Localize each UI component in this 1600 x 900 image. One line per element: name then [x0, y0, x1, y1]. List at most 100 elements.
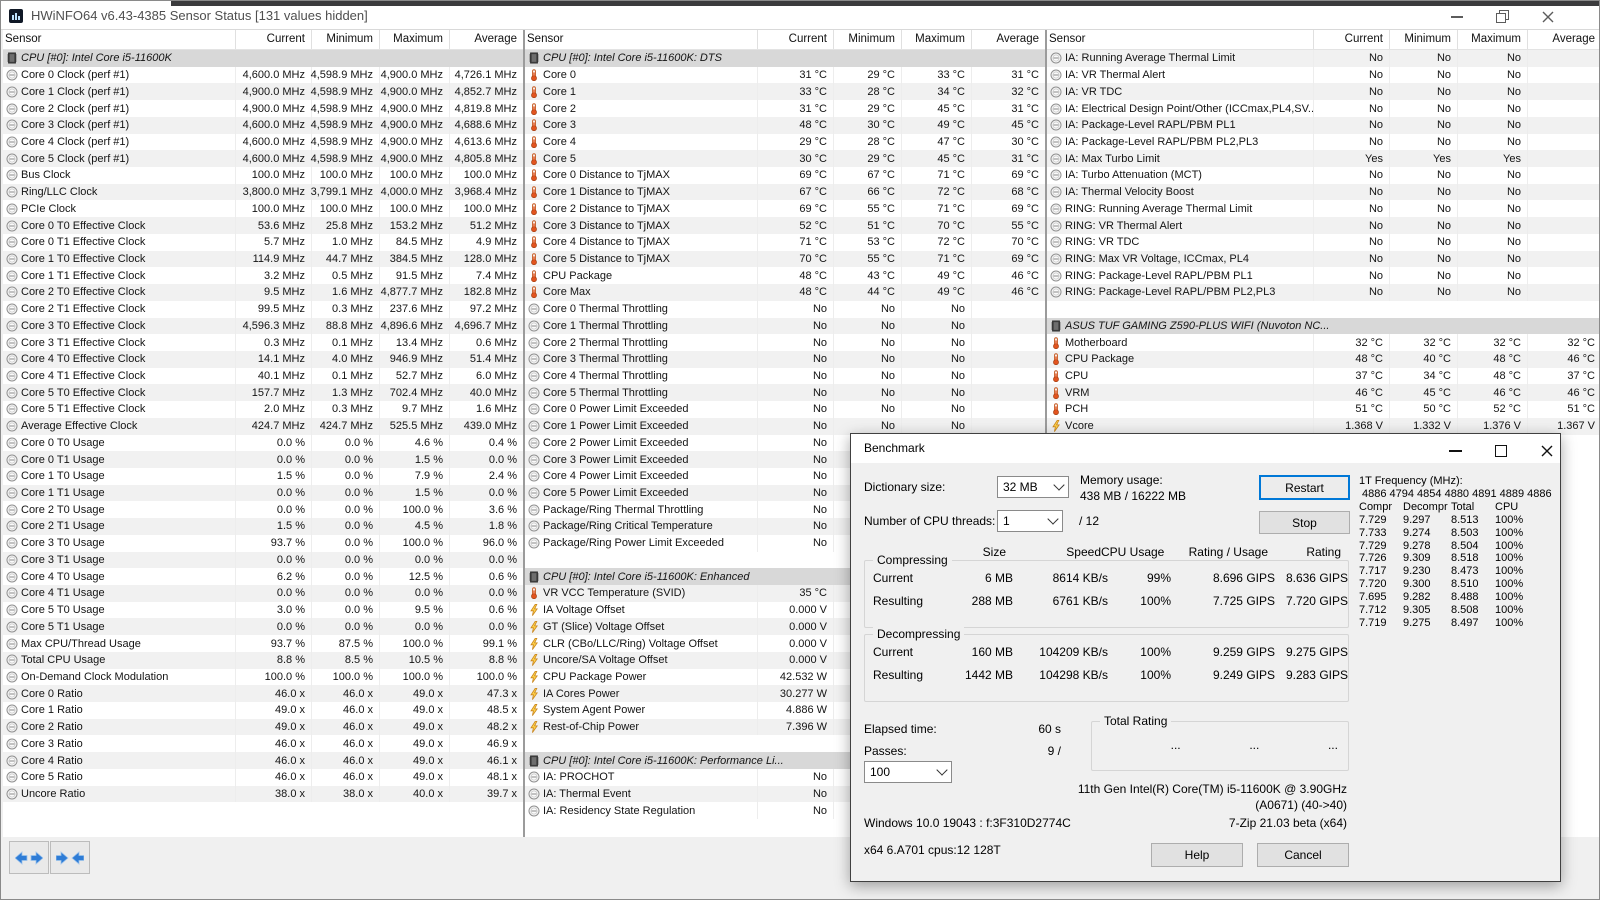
benchmark-title-bar[interactable]: Benchmark — [851, 434, 1560, 463]
minimize-icon[interactable] — [1446, 443, 1466, 457]
sensor-row[interactable]: PCIe Clock 100.0 MHz 100.0 MHz 100.0 MHz 100… — [3, 200, 523, 218]
sensor-row[interactable]: Core 0 T1 Effective Clock 5.7 MHz 1.0 MHz 8… — [3, 233, 523, 251]
sensor-row[interactable]: Core 2 Thermal Throttling No No No — [525, 334, 1045, 351]
sensor-row[interactable]: Core 3 Thermal Throttling No No No — [525, 350, 1045, 368]
column-header-row[interactable]: Sensor Current Minimum Maximum Average — [525, 29, 1045, 50]
sensor-row[interactable]: CPU Package 48 °C 43 °C 49 °C 46 °C — [525, 267, 1045, 285]
sensor-row[interactable]: Core 3 T1 Usage 0.0 % 0.0 % 0.0 % 0.0 % — [3, 551, 523, 569]
sensor-row[interactable]: Motherboard 32 °C 32 °C 32 °C 32 °C — [1047, 334, 1599, 351]
sensor-row[interactable]: CPU 37 °C 34 °C 48 °C 37 °C — [1047, 367, 1599, 385]
sensor-row[interactable]: Core 4 Distance to TjMAX 71 °C 53 °C 72 °C 7… — [525, 233, 1045, 251]
sensor-row[interactable]: Core 3 T0 Usage 93.7 % 0.0 % 100.0 % 96.0 % — [3, 534, 523, 552]
sensor-row[interactable]: IA: Package-Level RAPL/PBM PL2,PL3 No No No — [1047, 133, 1599, 151]
sensor-row[interactable]: Core 5 T1 Effective Clock 2.0 MHz 0.3 MHz 9… — [3, 401, 523, 418]
sensor-row[interactable]: Core 2 T0 Usage 0.0 % 0.0 % 100.0 % 3.6 % — [3, 501, 523, 519]
sensor-row[interactable]: Core 5 T1 Usage 0.0 % 0.0 % 0.0 % 0.0 % — [3, 618, 523, 636]
sensor-row[interactable]: Core 5 T0 Usage 3.0 % 0.0 % 9.5 % 0.6 % — [3, 601, 523, 619]
sensor-row[interactable]: IA: Max Turbo Limit Yes Yes Yes — [1047, 150, 1599, 168]
sensor-row[interactable]: Core 5 30 °C 29 °C 45 °C 31 °C — [525, 150, 1045, 168]
cancel-button[interactable]: Cancel — [1257, 843, 1349, 867]
sensor-row[interactable]: Uncore Ratio 38.0 x 38.0 x 40.0 x 39.7 x — [3, 785, 523, 803]
sensor-section-row[interactable]: CPU [#0]: Intel Core i5-11600K: DTS — [525, 50, 1045, 67]
restart-button[interactable]: Restart — [1259, 475, 1350, 500]
sensor-row[interactable]: Core 1 T1 Effective Clock 3.2 MHz 0.5 MHz 9… — [3, 267, 523, 285]
sensor-row[interactable]: Core 4 T1 Usage 0.0 % 0.0 % 0.0 % 0.0 % — [3, 585, 523, 602]
sensor-row[interactable]: Core 1 33 °C 28 °C 34 °C 32 °C — [525, 83, 1045, 101]
restore-icon[interactable] — [1494, 10, 1510, 23]
sensor-row[interactable]: Core 4 Ratio 46.0 x 46.0 x 49.0 x 46.1 x — [3, 752, 523, 769]
sensor-row[interactable]: Core 0 Thermal Throttling No No No — [525, 300, 1045, 318]
sensor-row[interactable]: Core 4 Clock (perf #1) 4,600.0 MHz 4,598.9… — [3, 133, 523, 151]
sensor-row[interactable]: Core 4 T1 Effective Clock 40.1 MHz 0.1 MHz… — [3, 367, 523, 385]
help-button[interactable]: Help — [1151, 843, 1243, 867]
sensor-row[interactable]: Core 3 T1 Effective Clock 0.3 MHz 0.1 MHz 1… — [3, 334, 523, 351]
sensor-row[interactable]: RING: Running Average Thermal Limit No No N… — [1047, 200, 1599, 218]
passes-select[interactable]: 100 — [864, 761, 952, 783]
sensor-row[interactable]: IA: VR Thermal Alert No No No — [1047, 66, 1599, 84]
sensor-row[interactable]: Core 1 Thermal Throttling No No No — [525, 317, 1045, 335]
sensor-row[interactable]: Core 2 T1 Effective Clock 99.5 MHz 0.3 MHz… — [3, 300, 523, 318]
column-header-row[interactable]: Sensor Current Minimum Maximum Average — [3, 29, 523, 50]
sensor-row[interactable]: Ring/LLC Clock 3,800.0 MHz 3,799.1 MHz 4,00… — [3, 183, 523, 201]
sensor-row[interactable]: Core 3 T0 Effective Clock 4,596.3 MHz 88.8… — [3, 317, 523, 335]
sensor-row[interactable]: Core 3 Clock (perf #1) 4,600.0 MHz 4,598.9… — [3, 116, 523, 134]
sensor-row[interactable]: RING: Package-Level RAPL/PBM PL2,PL3 No No… — [1047, 284, 1599, 301]
sensor-row[interactable]: Core 0 Distance to TjMAX 69 °C 67 °C 71 °C 6… — [525, 167, 1045, 184]
sensor-row[interactable]: Core Max 48 °C 44 °C 49 °C 46 °C — [525, 284, 1045, 301]
sensor-row[interactable]: Core 1 T0 Effective Clock 114.9 MHz 44.7 M… — [3, 250, 523, 268]
column-header-row[interactable]: Sensor Current Minimum Maximum Average — [1047, 29, 1599, 50]
sensor-section-row[interactable]: ASUS TUF GAMING Z590-PLUS WIFI (Nuvoton … — [1047, 317, 1599, 335]
sensor-row[interactable]: Core 1 T0 Usage 1.5 % 0.0 % 7.9 % 2.4 % — [3, 467, 523, 485]
sensor-row[interactable]: Core 2 31 °C 29 °C 45 °C 31 °C — [525, 100, 1045, 117]
dictionary-size-select[interactable]: 32 MB — [997, 476, 1069, 498]
sensor-row[interactable]: Core 2 T0 Effective Clock 9.5 MHz 1.6 MHz 4… — [3, 284, 523, 301]
sensor-row[interactable]: Max CPU/Thread Usage 93.7 % 87.5 % 100.0 % 9… — [3, 635, 523, 652]
sensor-row[interactable]: Core 0 Clock (perf #1) 4,600.0 MHz 4,598.9… — [3, 66, 523, 84]
sensor-row[interactable]: Core 0 Ratio 46.0 x 46.0 x 49.0 x 47.3 x — [3, 685, 523, 703]
sensor-row[interactable]: IA: Electrical Design Point/Other (ICCma… — [1047, 100, 1599, 117]
sensor-row[interactable]: Core 5 T0 Effective Clock 157.7 MHz 1.3 MH… — [3, 384, 523, 402]
close-icon[interactable] — [1539, 443, 1559, 457]
maximize-icon[interactable] — [1492, 443, 1512, 457]
sensor-row[interactable]: IA: Thermal Velocity Boost No No No — [1047, 183, 1599, 201]
sensor-row[interactable]: RING: Package-Level RAPL/PBM PL1 No No No — [1047, 267, 1599, 285]
cpu-threads-select[interactable]: 1 — [997, 510, 1063, 532]
sensor-row[interactable]: Core 0 T1 Usage 0.0 % 0.0 % 1.5 % 0.0 % — [3, 451, 523, 468]
sensor-row[interactable]: Core 3 Distance to TjMAX 52 °C 51 °C 70 °C 5… — [525, 217, 1045, 234]
sensor-row[interactable]: Core 3 Ratio 46.0 x 46.0 x 49.0 x 46.9 x — [3, 735, 523, 753]
collapse-columns-button[interactable] — [50, 841, 90, 874]
sensor-row[interactable]: Core 5 Thermal Throttling No No No — [525, 384, 1045, 402]
sensor-row[interactable]: RING: VR Thermal Alert No No No — [1047, 217, 1599, 234]
sensor-row[interactable]: Bus Clock 100.0 MHz 100.0 MHz 100.0 MHz 100.… — [3, 167, 523, 184]
sensor-row[interactable]: Core 2 T1 Usage 1.5 % 0.0 % 4.5 % 1.8 % — [3, 518, 523, 535]
sensor-row[interactable]: IA: Running Average Thermal Limit No No No — [1047, 50, 1599, 67]
sensor-row[interactable]: IA: Turbo Attenuation (MCT) No No No — [1047, 167, 1599, 184]
sensor-row[interactable]: Total CPU Usage 8.8 % 8.5 % 10.5 % 8.8 % — [3, 651, 523, 669]
sensor-row[interactable]: CPU Package 48 °C 40 °C 48 °C 46 °C — [1047, 350, 1599, 368]
stop-button[interactable]: Stop — [1259, 511, 1350, 534]
sensor-row[interactable]: Core 3 48 °C 30 °C 49 °C 45 °C — [525, 116, 1045, 134]
sensor-row[interactable]: IA: VR TDC No No No — [1047, 83, 1599, 101]
close-icon[interactable] — [1540, 10, 1556, 23]
sensor-row[interactable]: Core 4 T0 Effective Clock 14.1 MHz 4.0 MHz… — [3, 350, 523, 368]
sensor-row[interactable]: RING: Max VR Voltage, ICCmax, PL4 No No No — [1047, 250, 1599, 268]
sensor-row[interactable]: Core 0 31 °C 29 °C 33 °C 31 °C — [525, 66, 1045, 84]
expand-columns-button[interactable] — [9, 841, 49, 874]
sensor-row[interactable]: Core 5 Clock (perf #1) 4,600.0 MHz 4,598.9… — [3, 150, 523, 168]
sensor-row[interactable]: IA: Package-Level RAPL/PBM PL1 No No No — [1047, 116, 1599, 134]
sensor-row[interactable]: Average Effective Clock 424.7 MHz 424.7 MH… — [3, 417, 523, 435]
sensor-row[interactable]: Core 1 T1 Usage 0.0 % 0.0 % 1.5 % 0.0 % — [3, 484, 523, 502]
sensor-section-row[interactable]: CPU [#0]: Intel Core i5-11600K — [3, 50, 523, 67]
sensor-row[interactable]: Core 0 T0 Effective Clock 53.6 MHz 25.8 MH… — [3, 217, 523, 234]
sensor-row[interactable]: Core 5 Ratio 46.0 x 46.0 x 49.0 x 48.1 x — [3, 768, 523, 786]
sensor-row[interactable]: Core 5 Distance to TjMAX 70 °C 55 °C 71 °C 6… — [525, 250, 1045, 268]
sensor-row[interactable]: On-Demand Clock Modulation 100.0 % 100.0 %… — [3, 668, 523, 686]
sensor-row[interactable]: Core 2 Ratio 49.0 x 46.0 x 49.0 x 48.2 x — [3, 718, 523, 736]
sensor-row[interactable]: Core 1 Clock (perf #1) 4,900.0 MHz 4,598.9… — [3, 83, 523, 101]
sensor-row[interactable]: Core 4 T0 Usage 6.2 % 0.0 % 12.5 % 0.6 % — [3, 568, 523, 585]
sensor-row[interactable]: Core 0 Power Limit Exceeded No No No — [525, 401, 1045, 418]
sensor-row[interactable]: Core 0 T0 Usage 0.0 % 0.0 % 4.6 % 0.4 % — [3, 434, 523, 452]
minimize-icon[interactable] — [1449, 10, 1465, 22]
sensor-row[interactable]: Core 2 Distance to TjMAX 69 °C 55 °C 71 °C 6… — [525, 200, 1045, 218]
sensor-row[interactable]: Core 4 Thermal Throttling No No No — [525, 367, 1045, 385]
